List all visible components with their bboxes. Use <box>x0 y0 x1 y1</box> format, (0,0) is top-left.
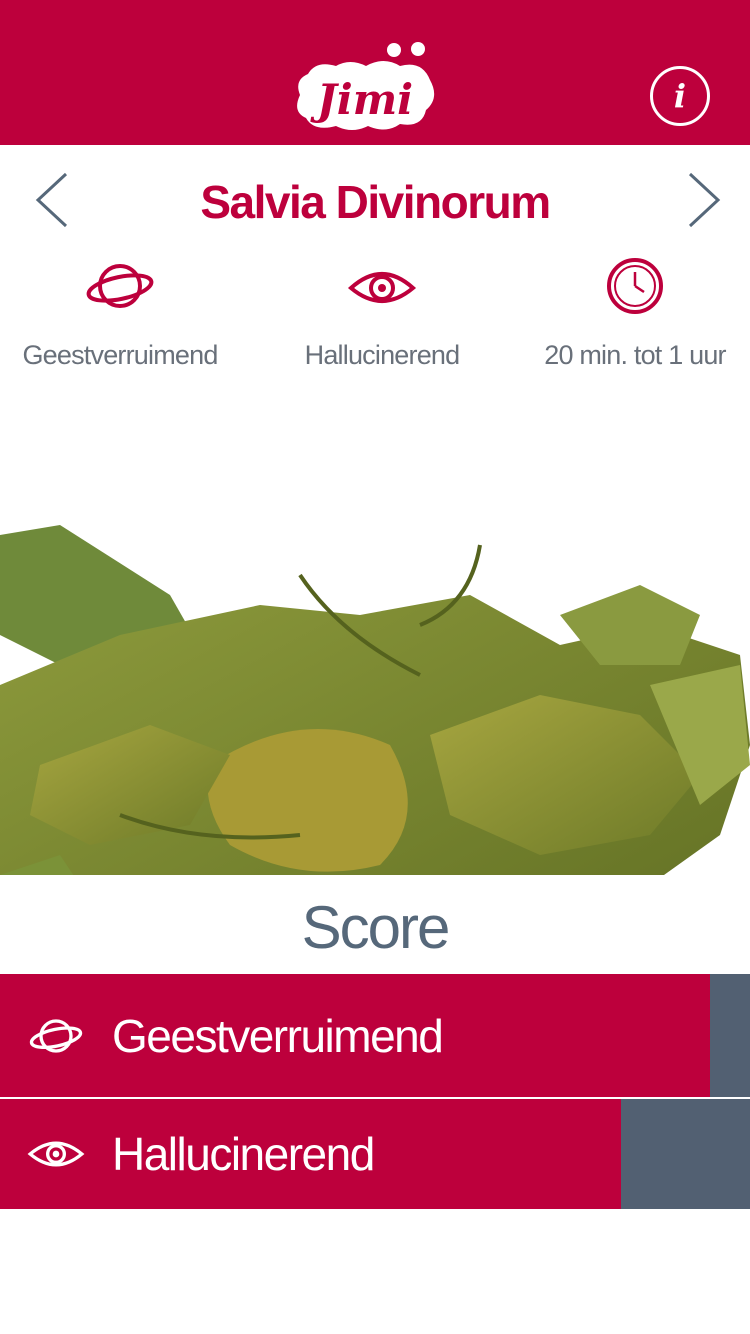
score-label: Geestverruimend <box>112 1009 444 1062</box>
attribute-label: Geestverruimend <box>22 340 218 370</box>
substance-hero <box>0 145 750 875</box>
substance-image <box>0 525 750 875</box>
svg-text:Jimi: Jimi <box>310 75 413 124</box>
planet-icon <box>86 264 154 308</box>
eye-icon <box>347 272 417 303</box>
attribute-label: 20 min. tot 1 uur <box>544 340 726 370</box>
planet-icon <box>29 1018 83 1053</box>
substance-title: Salvia Divinorum <box>200 176 551 228</box>
score-label: Hallucinerend <box>112 1128 375 1180</box>
score-row-mind-expanding[interactable]: Geestverruimend <box>0 974 750 1097</box>
attribute-mind-expanding: Geestverruimend <box>0 256 240 371</box>
score-row-hallucinogenic[interactable]: Hallucinerend <box>0 1099 750 1209</box>
eye-icon <box>27 1141 85 1167</box>
attribute-duration: 20 min. tot 1 uur <box>520 256 750 371</box>
clock-icon <box>607 258 663 314</box>
info-button[interactable]: i <box>650 66 710 126</box>
attribute-hallucinogenic: Hallucinerend <box>262 256 502 371</box>
attribute-label: Hallucinerend <box>304 340 461 370</box>
app-header: Jimi i <box>0 0 750 145</box>
score-heading: Score <box>301 894 451 961</box>
next-arrow-icon[interactable] <box>684 172 724 228</box>
jimi-logo: Jimi <box>297 42 435 130</box>
previous-arrow-icon[interactable] <box>32 172 72 228</box>
